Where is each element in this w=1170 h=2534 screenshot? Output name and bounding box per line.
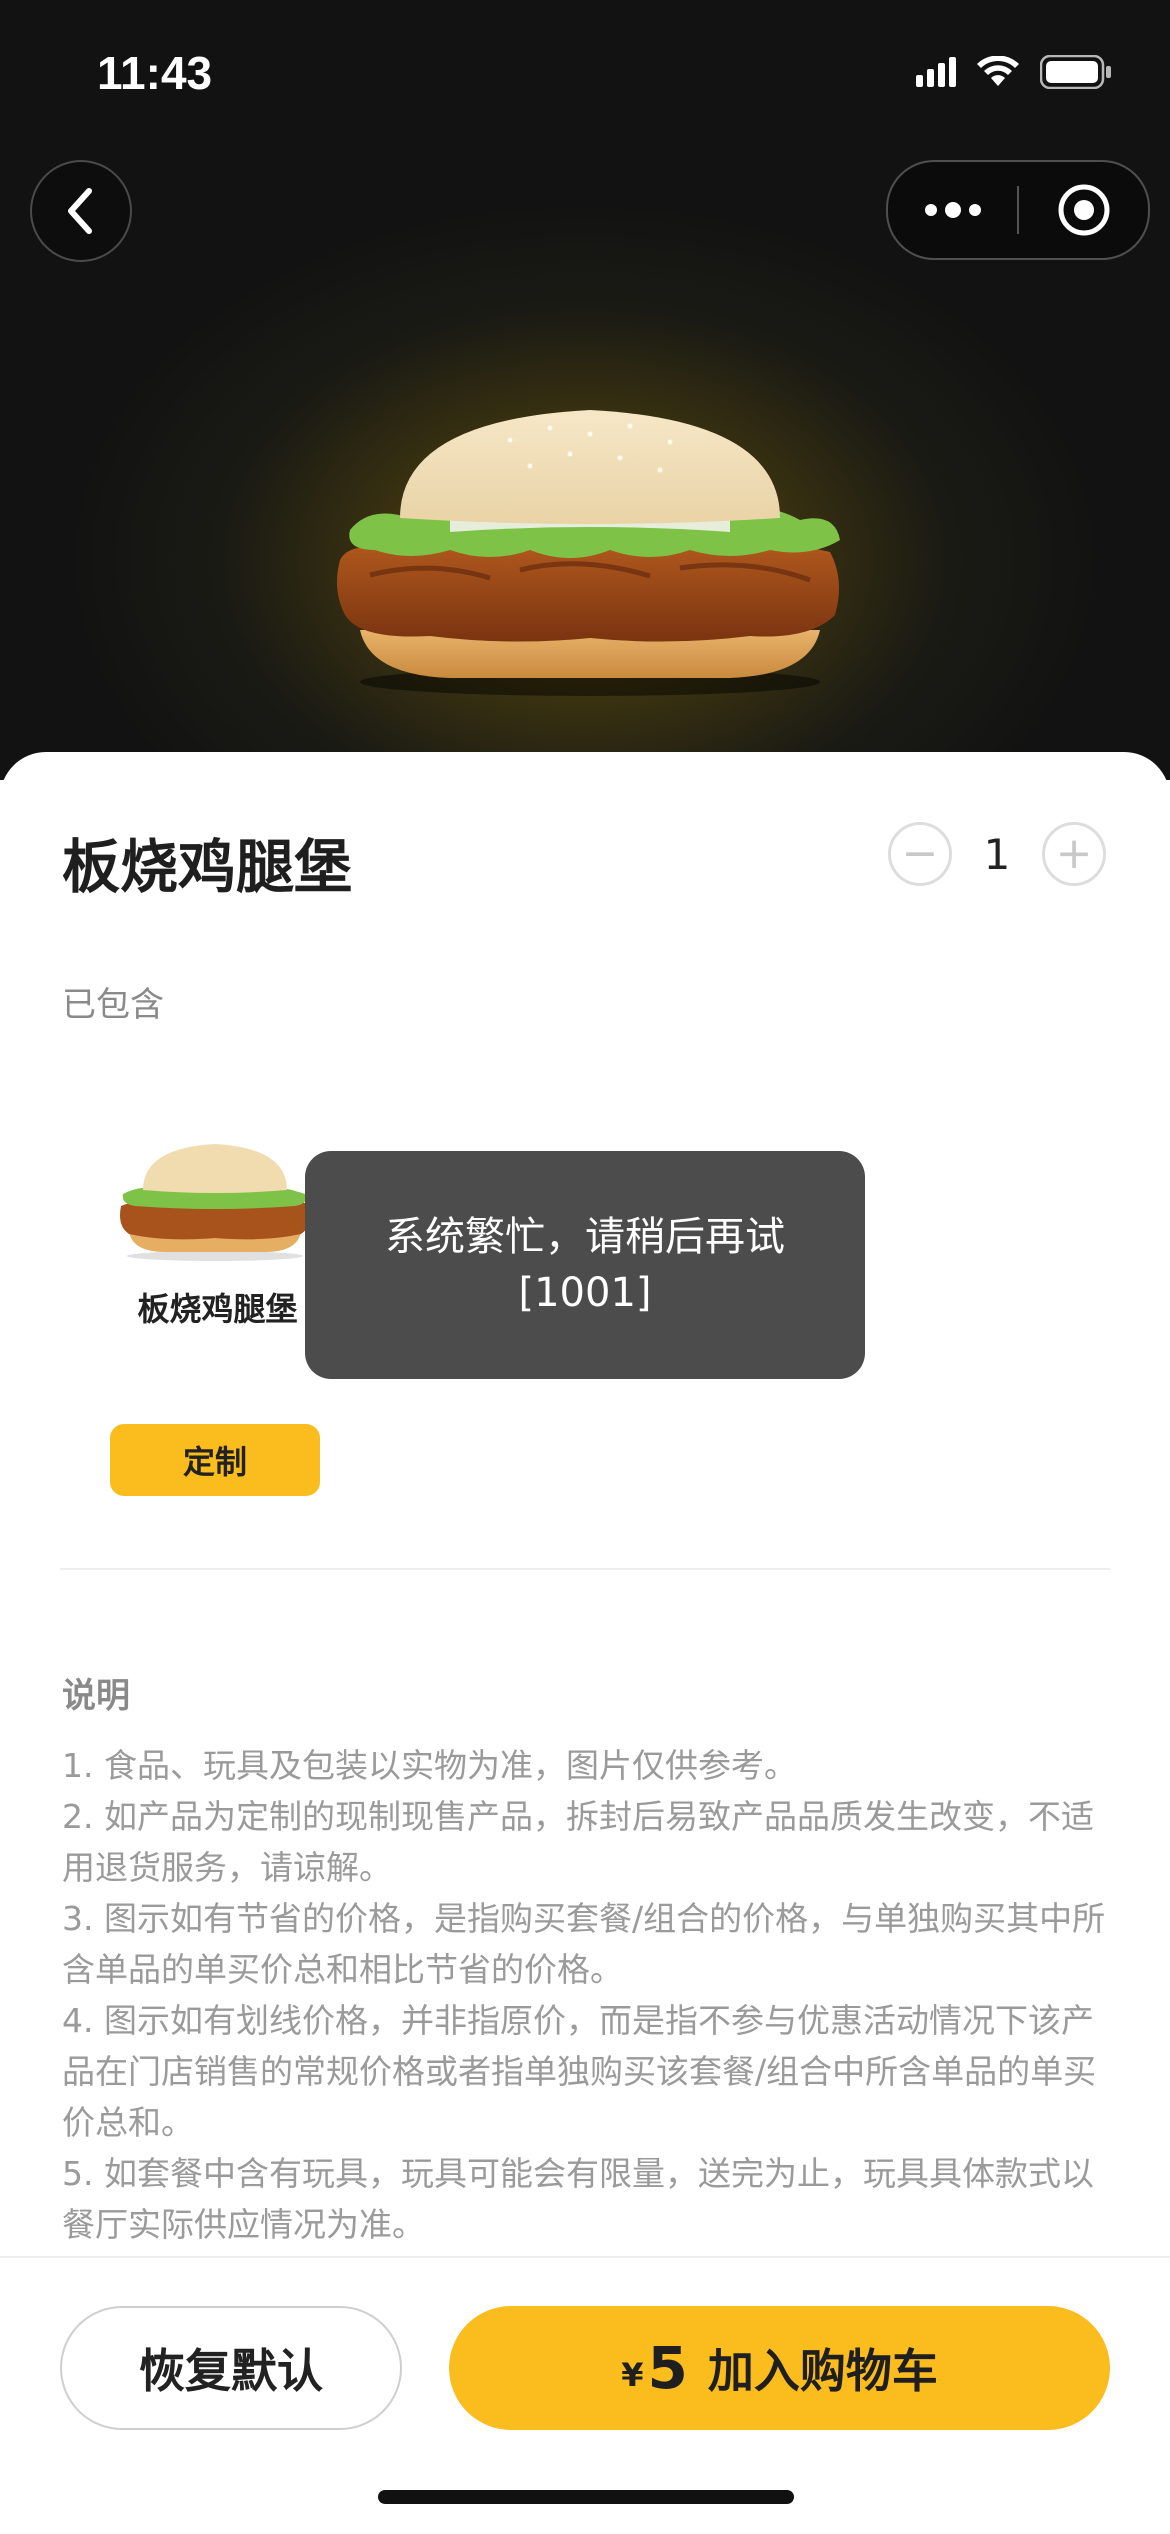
description-item: 2. 如产品为定制的现制现售产品，拆封后易致产品品质发生改变，不适用退货服务，请… [62, 1797, 1094, 1887]
increase-button[interactable]: + [1042, 822, 1106, 886]
product-image [336, 410, 840, 696]
toast-message: 系统繁忙，请稍后再试 [385, 1214, 785, 1260]
price-value: 5 [647, 2334, 688, 2402]
description-item: 4. 图示如有划线价格，并非指原价，而是指不参与优惠活动情况下该产品在门店销售的… [62, 2001, 1097, 2142]
add-to-cart-label: 加入购物车 [707, 2344, 938, 2398]
section-divider [60, 1568, 1110, 1570]
product-hero: 11:43 [0, 0, 1170, 780]
description-heading: 说明 [62, 1676, 130, 1716]
description-list: 1. 食品、玩具及包装以实物为准，图片仅供参考。 2. 如产品为定制的现制现售产… [62, 1740, 1112, 2250]
quantity-stepper: − 1 + [888, 822, 1106, 886]
status-bar: 11:43 [0, 0, 1170, 140]
cellular-signal-icon [916, 57, 956, 87]
item-name: 板烧鸡腿堡 [137, 1290, 298, 1328]
home-indicator [378, 2490, 794, 2504]
error-toast: 系统繁忙，请稍后再试 [1001] [305, 1151, 865, 1379]
more-button[interactable] [888, 162, 1017, 258]
exit-button[interactable] [1019, 162, 1148, 258]
item-thumbnail [120, 1144, 312, 1261]
quantity-value: 1 [983, 829, 1011, 879]
toast-error-code: [1001] [518, 1270, 652, 1316]
wifi-icon [977, 56, 1019, 86]
mini-program-capsule [886, 160, 1150, 260]
product-title: 板烧鸡腿堡 [62, 833, 353, 901]
customize-button[interactable]: 定制 [110, 1424, 320, 1496]
plus-icon: + [1055, 828, 1093, 879]
status-time: 11:43 [97, 47, 213, 99]
target-circle-icon [1058, 184, 1109, 236]
included-item[interactable]: 板烧鸡腿堡 [100, 1142, 335, 1330]
more-dots-icon [924, 202, 981, 218]
chevron-left-icon [68, 188, 92, 234]
description-item: 5. 如套餐中含有玩具，玩具可能会有限量，送完为止，玩具具体款式以餐厅实际供应情… [62, 2154, 1094, 2244]
back-button[interactable] [30, 160, 132, 262]
included-label: 已包含 [62, 985, 164, 1025]
description-item: 3. 图示如有节省的价格，是指购买套餐/组合的价格，与单独购买其中所含单品的单买… [62, 1899, 1106, 1989]
minus-icon: − [901, 828, 939, 879]
currency-symbol: ¥ [621, 2356, 644, 2394]
battery-icon [1040, 55, 1111, 89]
status-icons [916, 55, 1112, 89]
reset-default-button[interactable]: 恢复默认 [60, 2306, 402, 2430]
decrease-button[interactable]: − [888, 822, 952, 886]
description-item: 1. 食品、玩具及包装以实物为准，图片仅供参考。 [62, 1746, 797, 1785]
add-to-cart-button[interactable]: ¥ 5 加入购物车 [449, 2306, 1110, 2430]
